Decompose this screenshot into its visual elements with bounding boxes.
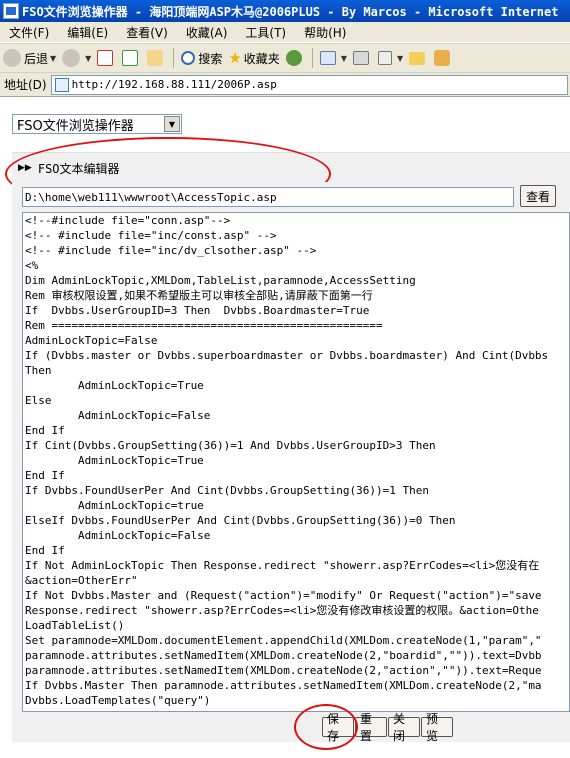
address-url: http://192.168.88.111/2006P.asp [71, 78, 277, 91]
window-title: FSO文件浏览操作器 - 海阳顶端网ASP木马@2006PLUS - By Ma… [22, 4, 559, 19]
code-line: End If [25, 424, 65, 437]
code-line: <!--#include file="conn.asp"--> [25, 214, 231, 227]
forward-button[interactable]: ▼ [59, 46, 94, 70]
code-line: LoadTableList() [25, 619, 125, 632]
search-icon [181, 51, 196, 65]
media-icon [285, 50, 302, 66]
menu-edit[interactable]: 编辑(E) [58, 24, 117, 41]
chevron-down-icon: ▼ [340, 53, 347, 63]
back-label: 后退 [24, 51, 49, 66]
close-button[interactable]: 关闭 [388, 712, 420, 743]
code-line: paramnode.attributes.setNamedItem(XMLDom… [25, 664, 542, 677]
toolbar-divider [311, 48, 313, 68]
code-line: &action=OtherErr" [25, 574, 138, 587]
address-label: 地址(D) [4, 78, 47, 92]
chevron-down-icon[interactable]: ▼ [164, 116, 180, 132]
annotation-circle [294, 704, 358, 750]
code-line: Else [25, 394, 52, 407]
edit-icon [377, 51, 392, 65]
code-line: If (Dvbbs.master or Dvbbs.superboardmast… [25, 349, 549, 362]
edit-page-button[interactable]: ▼ [375, 46, 406, 70]
code-line: If Not Dvbbs.Master and (Request("action… [25, 589, 542, 602]
chevron-down-icon: ▼ [50, 53, 57, 63]
favorites-button[interactable]: ★ 收藏夹 [225, 46, 282, 70]
code-line: Set paramnode=XMLDom.documentElement.app… [25, 634, 542, 647]
page-content: FSO文件浏览操作器 ▼ ▶▶ FSO文本编辑器 D:\home\web111\… [0, 97, 570, 758]
code-line: <% [25, 259, 39, 272]
toolbar: 后退 ▼ ▼ 搜索 ★ 收藏夹 ▼ ▼ [0, 43, 570, 73]
messenger-button[interactable] [431, 46, 456, 70]
search-button[interactable]: 搜索 [178, 46, 225, 70]
code-line: If Dvbbs.Master Then paramnode.attribute… [25, 679, 542, 692]
code-line: paramnode.attributes.setNamedItem(XMLDom… [25, 649, 542, 662]
code-line: AdminLockTopic=False [25, 529, 211, 542]
code-line: AdminLockTopic=true [25, 499, 204, 512]
code-line: <!-- #include file="inc/const.asp" --> [25, 229, 277, 242]
search-label: 搜索 [198, 51, 223, 66]
reset-button[interactable]: 重置 [355, 712, 387, 743]
back-arrow-icon [3, 49, 21, 67]
folder-icon [409, 51, 426, 65]
print-button[interactable] [350, 46, 375, 70]
code-line: AdminLockTopic=False [25, 409, 211, 422]
menu-help[interactable]: 帮助(H) [295, 24, 355, 41]
code-line: If Dvbbs.UserGroupID=3 Then Dvbbs.Boardm… [25, 304, 370, 317]
chevron-down-icon: ▼ [396, 53, 404, 63]
messenger-icon [434, 50, 451, 66]
code-editor[interactable]: <!--#include file="conn.asp"--> <!-- #inc… [22, 212, 570, 712]
home-button[interactable] [144, 46, 169, 70]
preview-button[interactable]: 预览 [421, 712, 453, 743]
code-line: Dim AdminLockTopic,XMLDom,TableList,para… [25, 274, 416, 287]
star-icon: ★ [228, 49, 242, 67]
folder-button[interactable] [406, 46, 431, 70]
code-line: If Not AdminLockTopic Then Response.redi… [25, 559, 540, 572]
mode-select-value: FSO文件浏览操作器 [17, 118, 134, 134]
menu-view[interactable]: 查看(V) [117, 24, 177, 41]
code-line: If Dvbbs.FoundUserPer And Cint(Dvbbs.Gro… [25, 484, 429, 497]
code-line: End If [25, 469, 65, 482]
code-line: Rem 审核权限设置,如果不希望版主可以审核全部贴,请屏蔽下面第一行 [25, 289, 373, 302]
mode-select[interactable]: FSO文件浏览操作器 ▼ [12, 114, 182, 134]
stop-icon [97, 50, 114, 66]
code-text: <!--#include file="conn.asp"--> <!-- #inc… [23, 213, 569, 708]
path-input[interactable]: D:\home\web111\wwwroot\AccessTopic.asp [22, 187, 514, 207]
favorites-label: 收藏夹 [243, 51, 280, 66]
menu-file[interactable]: 文件(F) [0, 24, 58, 41]
code-line: AdminLockTopic=False [25, 334, 158, 347]
code-line: <!-- #include file="inc/dv_clsother.asp"… [25, 244, 317, 257]
address-input[interactable]: http://192.168.88.111/2006P.asp [50, 74, 568, 95]
toolbar-divider [173, 48, 175, 68]
page-icon [54, 77, 69, 92]
stop-button[interactable] [94, 46, 119, 70]
menu-bar: 文件(F) 编辑(E) 查看(V) 收藏(A) 工具(T) 帮助(H) [0, 22, 570, 43]
code-line: Response.redirect "showerr.asp?ErrCodes=… [25, 604, 539, 617]
code-line: AdminLockTopic=True [25, 379, 204, 392]
code-line: AdminLockTopic=True [25, 454, 204, 467]
print-icon [352, 51, 369, 65]
button-row [12, 712, 570, 742]
chevron-down-icon: ▼ [85, 53, 92, 63]
media-button[interactable] [283, 46, 308, 70]
home-icon [147, 50, 164, 66]
forward-arrow-icon [62, 49, 81, 67]
code-line: End If [25, 544, 65, 557]
refresh-button[interactable] [119, 46, 144, 70]
refresh-icon [122, 50, 139, 66]
menu-tools[interactable]: 工具(T) [236, 24, 295, 41]
mail-button[interactable]: ▼ [317, 46, 350, 70]
code-line: Dvbbs.LoadTemplates("query") [25, 694, 211, 707]
mail-icon [319, 51, 336, 65]
code-line: Rem ====================================… [25, 319, 383, 332]
code-line: ElseIf Dvbbs.FoundUserPer And Cint(Dvbbs… [25, 514, 456, 527]
code-line: Then [25, 364, 52, 377]
app-icon [3, 3, 19, 19]
address-bar: 地址(D) http://192.168.88.111/2006P.asp [0, 73, 570, 97]
menu-favorites[interactable]: 收藏(A) [177, 24, 237, 41]
view-button[interactable]: 查看 [520, 185, 556, 207]
back-button[interactable]: 后退 ▼ [0, 46, 59, 70]
code-line: If Cint(Dvbbs.GroupSetting(36))=1 And Dv… [25, 439, 436, 452]
window-title-bar[interactable]: FSO文件浏览操作器 - 海阳顶端网ASP木马@2006PLUS - By Ma… [0, 0, 570, 22]
